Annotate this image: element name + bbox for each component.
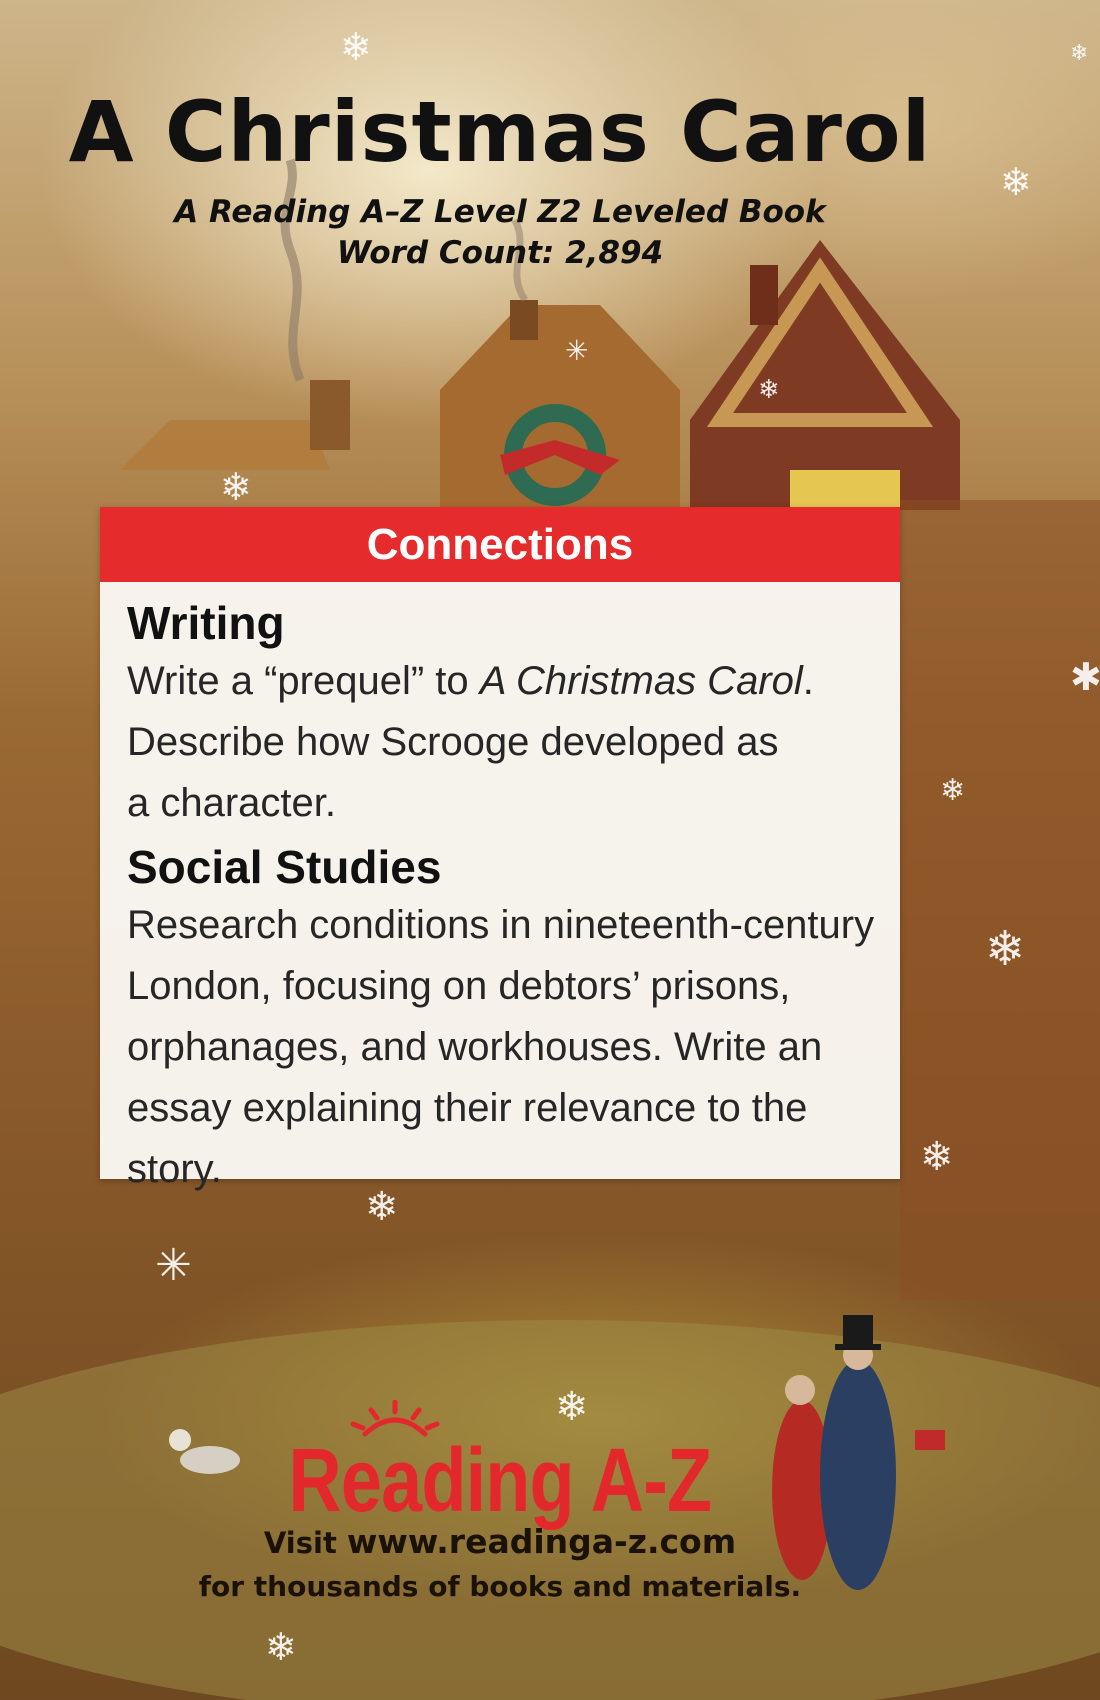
snowflake-icon: ❄ xyxy=(1000,160,1032,204)
writing-line-3: a character. xyxy=(127,781,337,826)
visit-prefix: Visit xyxy=(263,1526,347,1560)
snowflake-icon: ✱ xyxy=(1070,655,1100,699)
snowflake-icon: ❄ xyxy=(1070,41,1088,66)
chimney-right xyxy=(750,265,778,325)
social-line-1: Research conditions in nineteenth-centur… xyxy=(127,903,875,948)
house-right-window xyxy=(790,470,900,510)
snowflake-icon: ❄ xyxy=(555,1384,589,1430)
writing-line-2: Describe how Scrooge developed as xyxy=(127,720,779,765)
figure-man-hat-brim xyxy=(835,1344,881,1350)
logo-text: Reading A-Z xyxy=(288,1431,713,1531)
connections-body: Writing Write a “prequel” to A Christmas… xyxy=(100,582,900,1200)
snowflake-icon: ✳ xyxy=(565,334,588,367)
snowflake-icon: ❄ xyxy=(940,773,965,808)
social-line-3: orphanages, and workhouses. Write an xyxy=(127,1025,823,1070)
snowflake-icon: ❄ xyxy=(758,375,780,405)
title-block: A Christmas Carol A Reading A–Z Level Z2… xyxy=(0,86,1000,273)
connections-header: Connections xyxy=(100,507,900,582)
chimney-left xyxy=(310,380,350,450)
writing-text: Write a “prequel” to A Christmas Carol. D… xyxy=(127,651,900,834)
right-building xyxy=(900,500,1100,1300)
tagline: for thousands of books and materials. xyxy=(198,1570,802,1603)
snowflake-icon: ❄ xyxy=(265,1625,297,1669)
website-link[interactable]: www.readinga-z.com xyxy=(347,1522,736,1561)
snowflake-icon: ✳ xyxy=(155,1240,192,1291)
social-line-4: essay explaining their relevance to the … xyxy=(127,1086,808,1192)
word-count: Word Count: 2,894 xyxy=(336,234,664,271)
chimney-center xyxy=(510,300,538,340)
snowflake-icon: ❄ xyxy=(220,465,252,509)
writing-heading: Writing xyxy=(127,597,285,649)
writing-line-1c: . xyxy=(802,659,814,704)
figure-woman-head xyxy=(785,1375,815,1405)
writing-line-1a: Write a “prequel” to xyxy=(127,659,480,704)
snowflake-icon: ❄ xyxy=(340,25,372,69)
book-back-cover: ❄ ❄ ❄ ✳ ❄ ✱ ❄ ❄ ❄ ❄ ✳ ❄ ❄ ❄ A Christmas … xyxy=(0,0,1100,1700)
book-title: A Christmas Carol xyxy=(68,83,932,181)
visit-line: Visit www.readinga-z.com xyxy=(0,1522,1000,1561)
connections-card: Connections Writing Write a “prequel” to… xyxy=(100,507,900,1191)
writing-book-title: A Christmas Carol xyxy=(479,659,803,704)
snowflake-icon: ❄ xyxy=(985,921,1025,977)
social-line-2: London, focusing on debtors’ prisons, xyxy=(127,964,791,1009)
figure-man-hat xyxy=(843,1315,873,1347)
house-roof-left xyxy=(120,420,330,470)
social-studies-heading: Social Studies xyxy=(127,841,442,894)
snowflake-icon: ❄ xyxy=(920,1134,954,1180)
book-subtitle: A Reading A–Z Level Z2 Leveled Book xyxy=(174,194,826,231)
social-studies-text: Research conditions in nineteenth-centur… xyxy=(127,895,900,1200)
reading-az-logo: Reading A-Z xyxy=(0,1400,1000,1533)
